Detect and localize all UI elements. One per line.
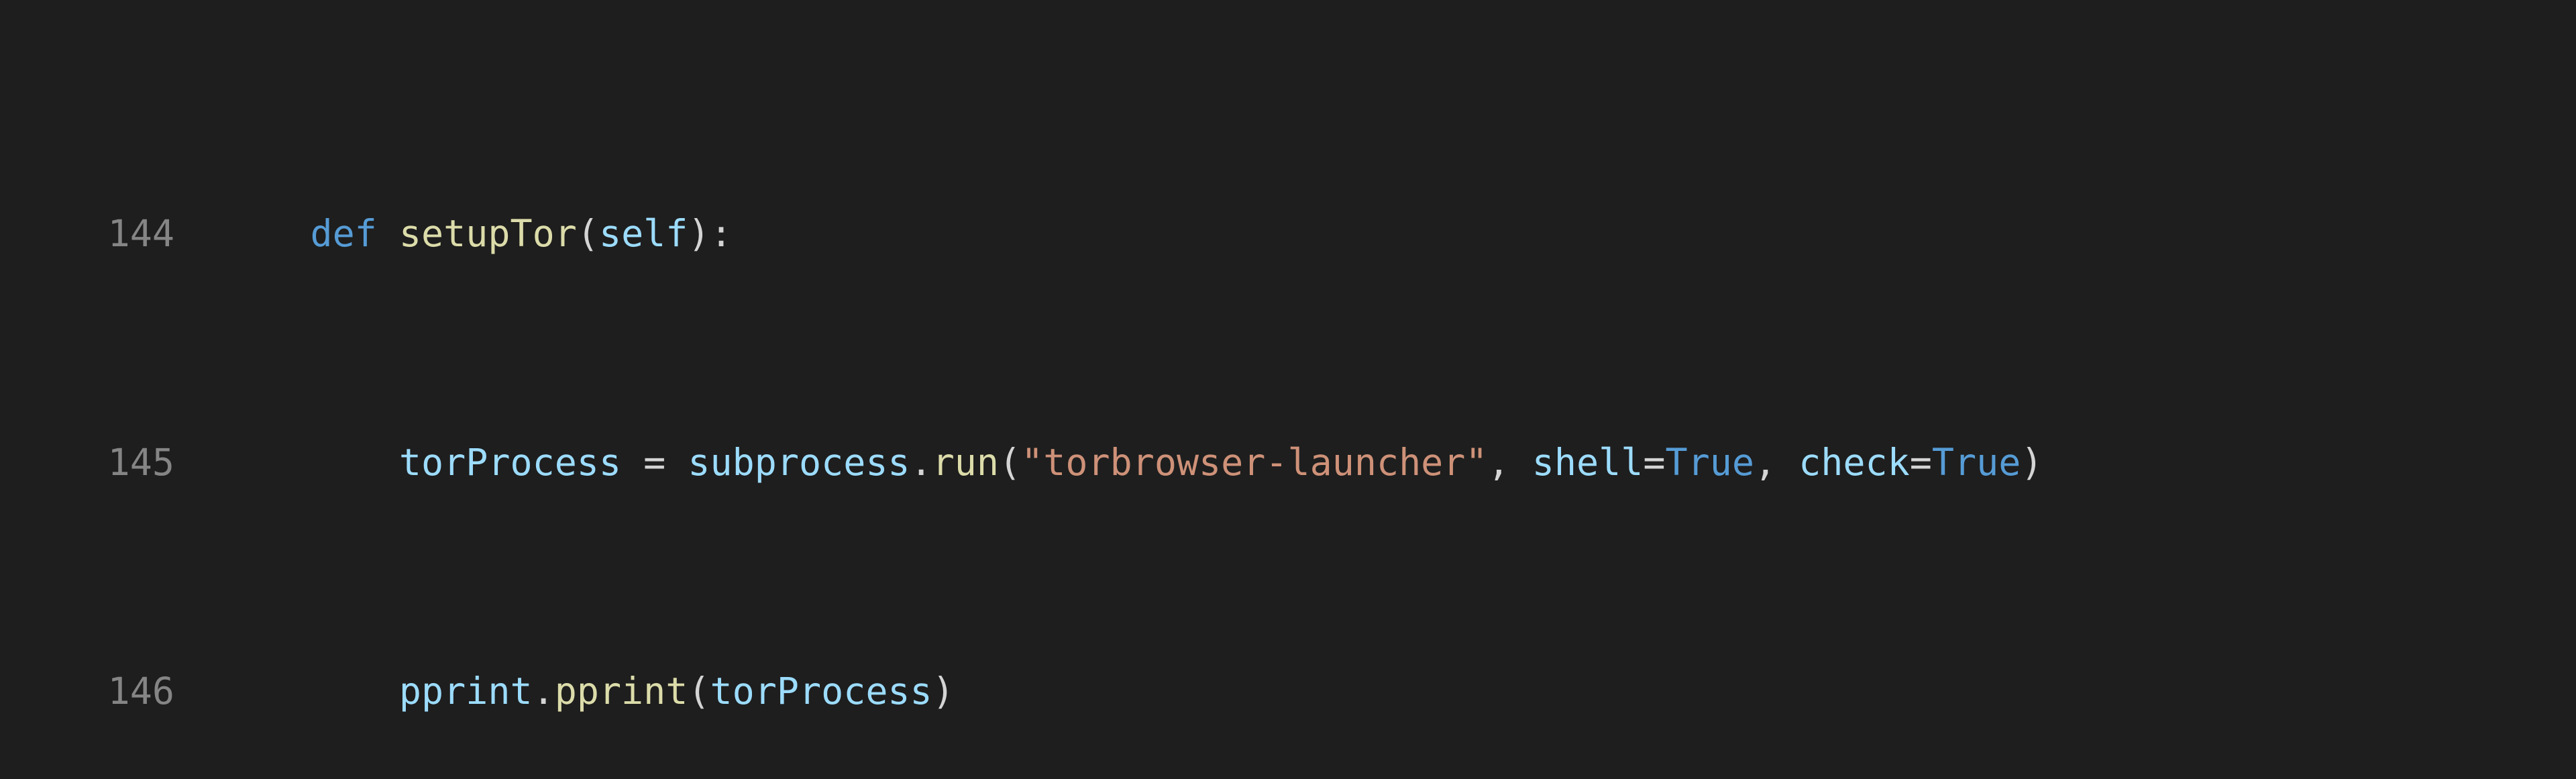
kwarg-name: shell [1532,441,1644,484]
space [1776,441,1799,484]
code-line[interactable]: 144 def setupTor(self): [0,205,2576,262]
param-self: self [599,212,688,255]
variable: torProcess [399,441,621,484]
code-content[interactable]: torProcess = subprocess.run("torbrowser-… [221,434,2576,491]
method-call: run [932,441,999,484]
space [1510,441,1532,484]
keyword-def: def [310,212,376,255]
paren-close: ) [932,670,955,713]
operator-assign: = [1910,441,1932,484]
function-name: setupTor [399,212,577,255]
indent [221,670,399,713]
code-editor[interactable]: 144 def setupTor(self): 145 torProcess =… [0,0,2576,779]
string-literal: "torbrowser-launcher" [1021,441,1487,484]
paren-open: ( [999,441,1021,484]
code-content[interactable]: pprint.pprint(torProcess) [221,663,2576,720]
line-number: 144 [0,205,221,262]
comma: , [1488,441,1510,484]
operator-assign: = [643,441,665,484]
constant-true: True [1665,441,1754,484]
space [665,441,688,484]
paren-open: ( [577,212,599,255]
paren-open: ( [688,670,710,713]
line-number: 146 [0,663,221,720]
indent [221,441,399,484]
code-line[interactable]: 145 torProcess = subprocess.run("torbrow… [0,434,2576,491]
module: pprint [399,670,533,713]
dot: . [533,670,555,713]
indent [221,212,310,255]
space [621,441,643,484]
line-number: 145 [0,434,221,491]
code-line[interactable]: 146 pprint.pprint(torProcess) [0,663,2576,720]
paren-close: ) [2021,441,2043,484]
code-content[interactable]: def setupTor(self): [221,205,2576,262]
kwarg-name: check [1799,441,1910,484]
dot: . [910,441,932,484]
argument: torProcess [710,670,932,713]
colon: : [710,212,733,255]
module: subprocess [688,441,910,484]
comma: , [1754,441,1776,484]
constant-true: True [1932,441,2021,484]
method-call: pprint [555,670,688,713]
paren-close: ) [688,212,710,255]
operator-assign: = [1643,441,1665,484]
space [377,212,399,255]
